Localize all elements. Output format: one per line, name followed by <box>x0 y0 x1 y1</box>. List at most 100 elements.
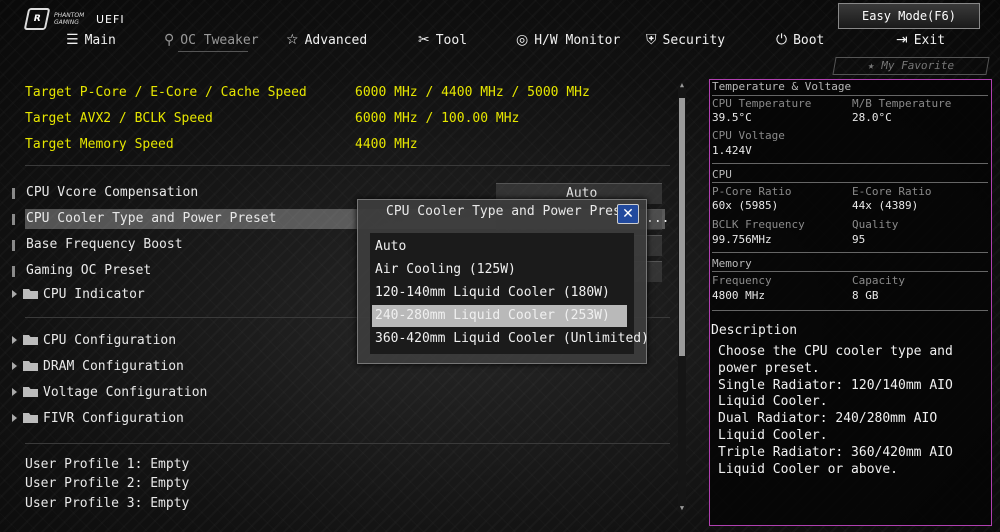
logo-line-1: PHANTOM <box>54 12 85 19</box>
description-text: Choose the CPU cooler type and power pre… <box>718 344 953 477</box>
dram-configuration-item[interactable]: DRAM Configuration <box>12 357 184 377</box>
tab-main[interactable]: ☰ Main <box>66 30 116 50</box>
target-label: Target P-Core / E-Core / Cache Speed <box>25 85 307 100</box>
ecore-ratio-value: 44x (4389) <box>852 199 919 212</box>
setting-value[interactable]: ... <box>646 209 669 229</box>
tab-oc-tweaker[interactable]: ⚲ OC Tweaker <box>164 30 259 50</box>
quality-value: 95 <box>852 233 866 246</box>
panel-divider <box>712 252 988 253</box>
active-tab-underline <box>178 51 248 52</box>
user-profile-1[interactable]: User Profile 1: Empty <box>25 455 189 475</box>
user-profile-2[interactable]: User Profile 2: Empty <box>25 474 189 494</box>
pcore-ratio-value: 60x (5985) <box>712 199 779 212</box>
voltage-configuration-item[interactable]: Voltage Configuration <box>12 383 207 403</box>
memory-capacity-label: Capacity <box>852 274 905 287</box>
folder-label: CPU Configuration <box>43 333 177 348</box>
cpu-indicator-item[interactable]: CPU Indicator <box>12 285 145 305</box>
cpu-voltage-value: 1.424V <box>712 144 752 157</box>
bclk-frequency-label: BCLK Frequency <box>712 218 805 231</box>
item-bullet <box>12 214 15 225</box>
my-favorite-button[interactable]: ★ My Favorite <box>832 57 990 75</box>
easy-mode-button[interactable]: Easy Mode(F6) <box>838 3 980 29</box>
setting-base-frequency-boost[interactable]: Base Frequency Boost <box>26 235 183 255</box>
monitor-icon: ◎ <box>516 32 529 48</box>
divider <box>25 443 670 444</box>
chevron-right-icon <box>12 336 17 344</box>
chevron-right-icon <box>12 414 17 422</box>
cpu-voltage-label: CPU Voltage <box>712 129 785 142</box>
divider <box>25 165 670 166</box>
panel-divider <box>712 95 988 96</box>
power-icon: ⏻ <box>776 32 788 48</box>
target-value: 4400 MHz <box>355 137 418 152</box>
logo-line-2: GAMING <box>54 19 79 26</box>
panel-divider <box>712 163 988 164</box>
panel-divider <box>712 271 988 272</box>
item-bullet <box>12 240 15 251</box>
scrollbar-thumb[interactable] <box>679 98 685 356</box>
wrench-icon: ✂ <box>418 32 430 48</box>
tab-label: Advanced <box>304 32 368 48</box>
temp-voltage-heading: Temperature & Voltage <box>712 80 852 93</box>
chevron-right-icon <box>12 388 17 396</box>
tab-label: Main <box>84 32 116 48</box>
mb-temp-label: M/B Temperature <box>852 97 952 110</box>
panel-divider <box>712 182 988 183</box>
option-120-140mm[interactable]: 120-140mm Liquid Cooler (180W) <box>375 283 610 303</box>
logo-text: PHANTOM GAMING <box>54 12 90 26</box>
cpu-heading: CPU <box>712 168 732 181</box>
chevron-right-icon <box>12 362 17 370</box>
panel-divider <box>712 310 988 311</box>
fivr-configuration-item[interactable]: FIVR Configuration <box>12 409 184 429</box>
close-icon[interactable]: ✕ <box>617 204 639 224</box>
scroll-down-arrow-icon[interactable]: ▼ <box>678 504 686 512</box>
setting-cpu-cooler-type[interactable]: CPU Cooler Type and Power Preset <box>26 209 276 229</box>
list-icon: ☰ <box>66 32 79 48</box>
memory-capacity-value: 8 GB <box>852 289 879 302</box>
cpu-configuration-item[interactable]: CPU Configuration <box>12 331 176 351</box>
user-profile-3[interactable]: User Profile 3: Empty <box>25 494 189 514</box>
memory-heading: Memory <box>712 257 752 270</box>
folder-icon <box>23 413 38 423</box>
target-value: 6000 MHz / 4400 MHz / 5000 MHz <box>355 85 590 100</box>
tab-label: OC Tweaker <box>180 32 259 48</box>
uefi-label: UEFI <box>96 12 125 26</box>
pcore-ratio-label: P-Core Ratio <box>712 185 792 198</box>
tab-label: Tool <box>435 32 468 48</box>
my-favorite-label: My Favorite <box>880 59 956 72</box>
tab-boot[interactable]: ⏻ Boot <box>776 30 824 50</box>
tab-label: H/W Monitor <box>534 32 621 48</box>
quality-label: Quality <box>852 218 899 231</box>
tab-label: Exit <box>913 32 946 48</box>
tab-security[interactable]: ⛨ Security <box>646 30 725 50</box>
star-icon: ☆ <box>286 32 299 48</box>
ecore-ratio-label: E-Core Ratio <box>852 185 932 198</box>
shield-icon: ⛨ <box>646 32 657 48</box>
target-label: Target AVX2 / BCLK Speed <box>25 111 213 126</box>
cpu-indicator-label: CPU Indicator <box>43 287 145 302</box>
setting-gaming-oc-preset[interactable]: Gaming OC Preset <box>26 261 151 281</box>
folder-icon <box>23 289 38 299</box>
rocket-icon: ⚲ <box>164 32 175 48</box>
memory-frequency-value: 4800 MHz <box>712 289 765 302</box>
option-240-280mm[interactable]: 240-280mm Liquid Cooler (253W) <box>375 306 610 326</box>
setting-cpu-vcore-compensation[interactable]: CPU Vcore Compensation <box>26 183 198 203</box>
item-bullet <box>12 188 15 199</box>
tab-tool[interactable]: ✂ Tool <box>418 30 467 50</box>
folder-label: DRAM Configuration <box>43 359 184 374</box>
target-value: 6000 MHz / 100.00 MHz <box>355 111 520 126</box>
tab-exit[interactable]: ⇥ Exit <box>896 30 945 50</box>
option-auto[interactable]: Auto <box>375 237 406 257</box>
folder-icon <box>23 387 38 397</box>
tab-advanced[interactable]: ☆ Advanced <box>286 30 367 50</box>
logo-mark-icon: R <box>23 8 51 30</box>
option-air-cooling[interactable]: Air Cooling (125W) <box>375 260 516 280</box>
cpu-temp-value: 39.5°C <box>712 111 752 124</box>
target-label: Target Memory Speed <box>25 137 174 152</box>
item-bullet <box>12 266 15 277</box>
option-360-420mm[interactable]: 360-420mm Liquid Cooler (Unlimited) <box>375 329 649 349</box>
chevron-right-icon <box>12 290 17 298</box>
tab-hw-monitor[interactable]: ◎ H/W Monitor <box>516 30 620 50</box>
tab-label: Boot <box>793 32 825 48</box>
cpu-temp-label: CPU Temperature <box>712 97 812 110</box>
